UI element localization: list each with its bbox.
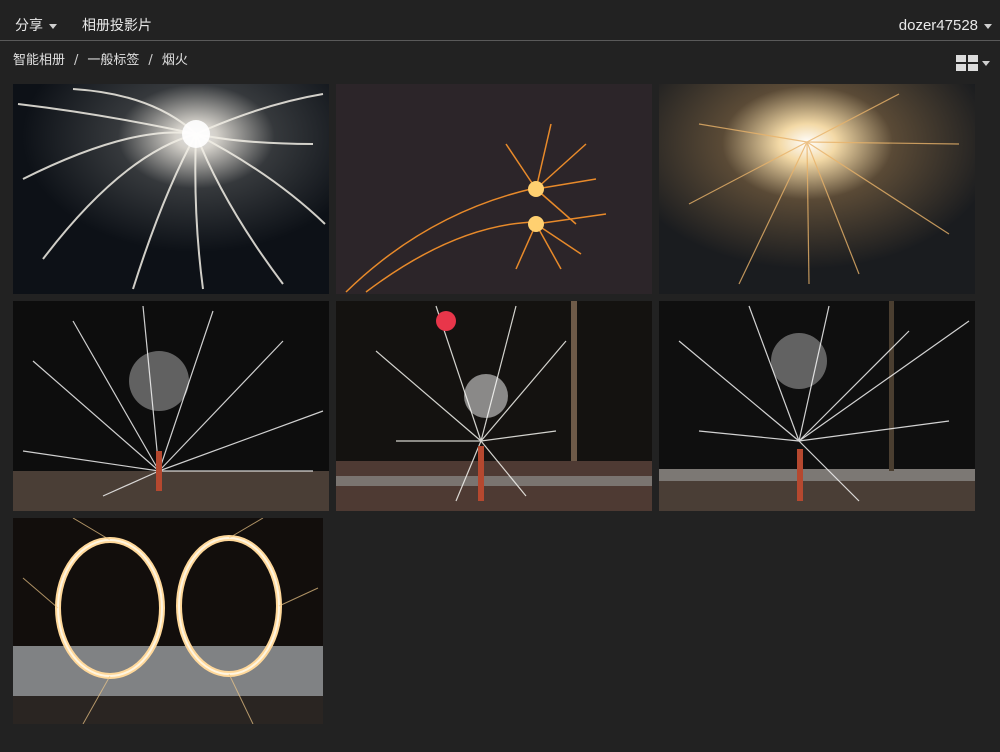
view-mode-toggle[interactable]: [956, 55, 990, 72]
slideshow-link[interactable]: 相册投影片: [82, 17, 152, 35]
caret-down-icon: [984, 23, 992, 29]
caret-down-icon: [49, 23, 57, 29]
breadcrumb: 智能相册 / 一般标签 / 烟火: [13, 52, 188, 69]
breadcrumb-item-fireworks: 烟火: [161, 53, 188, 68]
photo-thumbnail[interactable]: [336, 84, 652, 294]
photo-firework-image: [13, 84, 329, 294]
username: dozer47528: [898, 17, 978, 34]
photo-firework-image: [13, 301, 329, 511]
photo-thumbnail[interactable]: [659, 84, 975, 294]
user-menu[interactable]: dozer47528: [899, 17, 992, 35]
breadcrumb-item-general-tags[interactable]: 一般标签: [87, 52, 139, 69]
photo-thumbnail[interactable]: [13, 518, 323, 724]
share-label: 分享: [15, 18, 43, 34]
photo-firework-image: [659, 301, 975, 511]
breadcrumb-separator: /: [74, 53, 79, 68]
breadcrumb-item-smart-album[interactable]: 智能相册: [13, 52, 65, 69]
slideshow-label: 相册投影片: [82, 18, 152, 34]
photo-thumbnail[interactable]: [336, 301, 652, 511]
grid-view-icon: [956, 55, 978, 72]
top-bar: 分享 相册投影片 dozer47528: [0, 0, 1000, 41]
photo-firework-image: [13, 518, 323, 724]
photo-firework-image: [336, 84, 652, 294]
photo-firework-image: [659, 84, 975, 294]
share-menu[interactable]: 分享: [15, 17, 57, 35]
caret-down-icon: [982, 61, 990, 66]
photo-firework-image: [336, 301, 652, 511]
photo-thumbnail[interactable]: [659, 301, 975, 511]
breadcrumb-separator: /: [148, 53, 153, 68]
photo-thumbnail[interactable]: [13, 84, 329, 294]
photo-thumbnail[interactable]: [13, 301, 329, 511]
